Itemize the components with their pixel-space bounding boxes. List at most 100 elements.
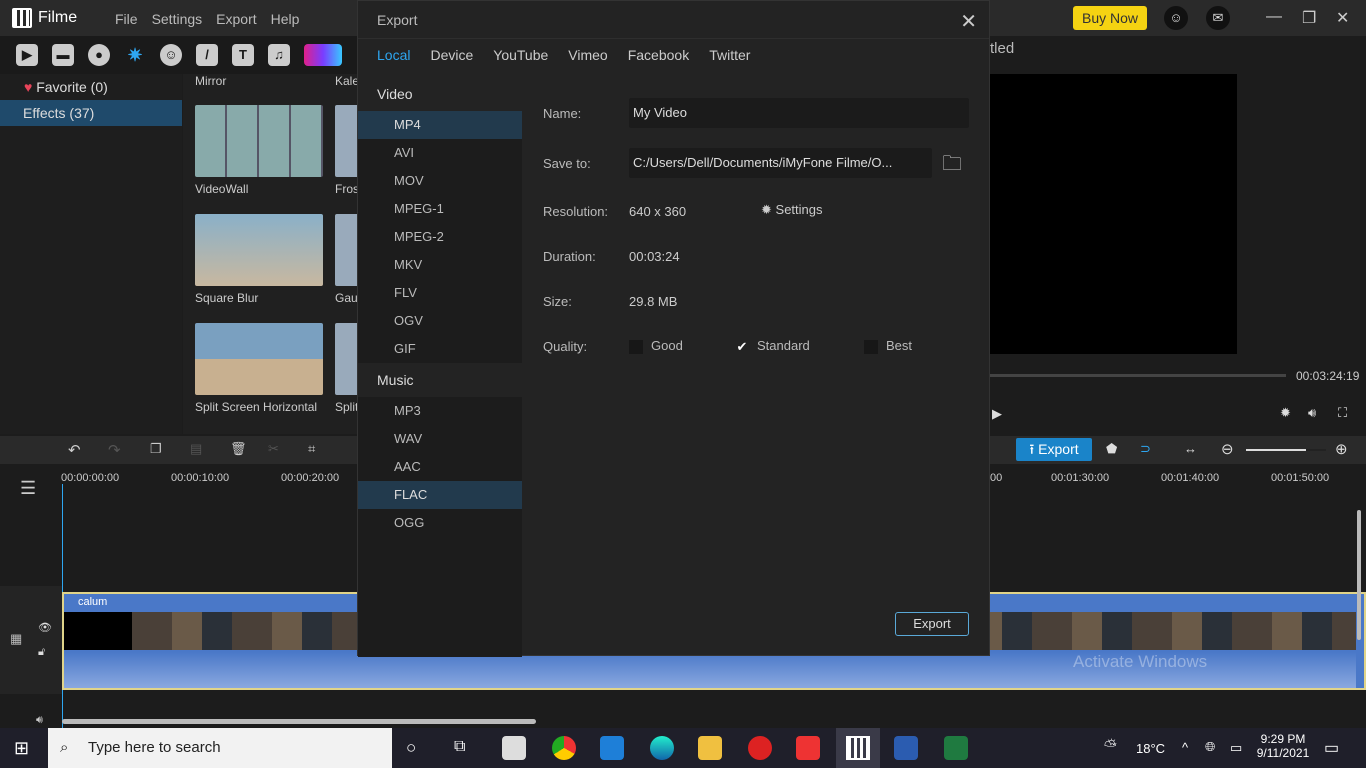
windows-start-icon[interactable]: ⊞ bbox=[14, 738, 29, 759]
crop-icon[interactable]: ⌗ bbox=[308, 441, 315, 457]
format-mov[interactable]: MOV bbox=[358, 167, 522, 195]
wps-icon[interactable] bbox=[748, 736, 772, 760]
eye-icon[interactable]: 👁︎ bbox=[38, 621, 52, 634]
format-mkv[interactable]: MKV bbox=[358, 251, 522, 279]
playback-progress[interactable] bbox=[990, 374, 1286, 377]
format-wav[interactable]: WAV bbox=[358, 425, 522, 453]
menu-icon[interactable]: ☰ bbox=[20, 478, 36, 499]
folder-icon[interactable]: ▬ bbox=[52, 44, 74, 66]
menu-file[interactable]: File bbox=[115, 11, 138, 27]
tab-device[interactable]: Device bbox=[430, 47, 473, 63]
timeline-export-button[interactable]: ⭱ Export bbox=[1016, 438, 1092, 461]
tab-facebook[interactable]: Facebook bbox=[628, 47, 689, 63]
undo-icon[interactable]: ↶ bbox=[68, 441, 81, 459]
checkbox[interactable] bbox=[864, 339, 878, 354]
effect-thumb-videowall[interactable] bbox=[195, 105, 323, 177]
effect-thumb-split-screen[interactable] bbox=[195, 323, 323, 395]
format-mpeg-1[interactable]: MPEG-1 bbox=[358, 195, 522, 223]
task-view-icon[interactable]: ⧉ bbox=[454, 738, 465, 756]
weather-icon[interactable]: ⛅︎ bbox=[1104, 738, 1117, 756]
quality-best[interactable]: Best bbox=[864, 338, 912, 354]
resolution-settings-button[interactable]: ✹ Settings bbox=[761, 202, 823, 218]
taskbar-search[interactable]: ⌕ Type here to search bbox=[48, 728, 392, 768]
media-icon[interactable]: ▶ bbox=[16, 44, 38, 66]
chevron-up-icon[interactable]: ^ bbox=[1182, 740, 1188, 755]
color-icon[interactable] bbox=[304, 44, 342, 66]
checkbox[interactable] bbox=[629, 339, 643, 354]
format-gif[interactable]: GIF bbox=[358, 335, 522, 363]
effect-thumb[interactable] bbox=[335, 214, 357, 286]
format-aac[interactable]: AAC bbox=[358, 453, 522, 481]
zoom-in-icon[interactable]: ⊕ bbox=[1335, 440, 1348, 458]
magnet-icon[interactable]: ⊃ bbox=[1140, 441, 1151, 457]
copy-icon[interactable]: ❐ bbox=[150, 441, 162, 457]
format-flv[interactable]: FLV bbox=[358, 279, 522, 307]
save-to-input[interactable]: C:/Users/Dell/Documents/iMyFone Filme/O.… bbox=[629, 148, 932, 178]
effects-icon[interactable]: ✷ bbox=[124, 44, 146, 66]
delete-icon[interactable]: 🗑︎ bbox=[230, 441, 247, 457]
horizontal-scrollbar[interactable] bbox=[62, 719, 536, 724]
effect-thumb-square-blur[interactable] bbox=[195, 214, 323, 286]
format-ogv[interactable]: OGV bbox=[358, 307, 522, 335]
tab-youtube[interactable]: YouTube bbox=[493, 47, 548, 63]
marker-icon[interactable]: ⬟ bbox=[1106, 441, 1117, 457]
account-icon[interactable]: ☺ bbox=[1164, 6, 1188, 30]
format-avi[interactable]: AVI bbox=[358, 139, 522, 167]
cortana-icon[interactable]: ○ bbox=[406, 738, 416, 758]
vertical-scrollbar[interactable] bbox=[1357, 510, 1361, 640]
tab-vimeo[interactable]: Vimeo bbox=[568, 47, 607, 63]
filme-taskbar-button[interactable] bbox=[836, 728, 880, 768]
sticker-icon[interactable]: ☺ bbox=[160, 44, 182, 66]
quality-good[interactable]: Good bbox=[629, 338, 683, 354]
file-explorer-icon[interactable] bbox=[698, 736, 722, 760]
format-mp4[interactable]: MP4 bbox=[358, 111, 522, 139]
zoom-slider[interactable] bbox=[1246, 449, 1326, 451]
menu-help[interactable]: Help bbox=[271, 11, 300, 27]
fullscreen-icon[interactable]: ⛶ bbox=[1338, 405, 1347, 421]
export-button[interactable]: Export bbox=[895, 612, 969, 636]
buy-now-button[interactable]: Buy Now bbox=[1073, 6, 1147, 30]
minimize-icon[interactable]: — bbox=[1266, 8, 1282, 26]
chrome-icon[interactable] bbox=[552, 736, 576, 760]
zoom-out-icon[interactable]: ⊖ bbox=[1221, 440, 1234, 458]
folder-browse-icon[interactable]: 🗀 bbox=[942, 149, 962, 183]
volume-icon[interactable]: 🔊︎ bbox=[1308, 405, 1316, 421]
filters-icon[interactable]: ● bbox=[88, 44, 110, 66]
battery-icon[interactable]: ▭ bbox=[1230, 740, 1242, 756]
redo-icon[interactable]: ↷ bbox=[108, 441, 121, 459]
format-ogg[interactable]: OGG bbox=[358, 509, 522, 537]
mail-app-icon[interactable] bbox=[600, 736, 624, 760]
text-icon[interactable]: T bbox=[232, 44, 254, 66]
music-icon[interactable]: ♫ bbox=[268, 44, 290, 66]
weather-temp[interactable]: 18°C bbox=[1136, 741, 1165, 756]
quality-standard[interactable]: ✔ Standard bbox=[735, 338, 810, 354]
effect-thumb[interactable] bbox=[335, 323, 357, 395]
edge-icon[interactable] bbox=[650, 736, 674, 760]
notifications-icon[interactable]: ▭ bbox=[1324, 738, 1339, 758]
format-mp3[interactable]: MP3 bbox=[358, 397, 522, 425]
menu-settings[interactable]: Settings bbox=[152, 11, 203, 27]
word-icon[interactable] bbox=[894, 736, 918, 760]
sidebar-item-favorite[interactable]: ♥ Favorite (0) bbox=[0, 74, 182, 100]
audio-icon[interactable]: 🔊︎ bbox=[36, 714, 43, 727]
dialog-close-icon[interactable]: ✕ bbox=[960, 9, 977, 34]
excel-icon[interactable] bbox=[944, 736, 968, 760]
store-icon[interactable] bbox=[502, 736, 526, 760]
network-icon[interactable]: 🌐︎ bbox=[1205, 739, 1215, 755]
app-icon[interactable] bbox=[796, 736, 820, 760]
paste-icon[interactable]: ▤ bbox=[190, 441, 202, 457]
fit-icon[interactable]: ↔ bbox=[1184, 441, 1197, 456]
clock[interactable]: 9:29 PM 9/11/2021 bbox=[1256, 732, 1310, 760]
effect-thumb[interactable] bbox=[335, 105, 357, 177]
sidebar-item-effects[interactable]: Effects (37) bbox=[0, 100, 182, 126]
transition-icon[interactable]: / bbox=[196, 44, 218, 66]
checkmark-icon[interactable]: ✔ bbox=[735, 339, 749, 354]
lock-icon[interactable]: 🔓︎ bbox=[38, 646, 45, 659]
close-icon[interactable]: ✕ bbox=[1336, 8, 1349, 28]
restore-icon[interactable]: ❐ bbox=[1302, 8, 1316, 28]
tab-local[interactable]: Local bbox=[377, 47, 410, 63]
play-icon[interactable]: ▶ bbox=[992, 406, 1002, 422]
format-flac[interactable]: FLAC bbox=[358, 481, 522, 509]
menu-export[interactable]: Export bbox=[216, 11, 256, 27]
tab-twitter[interactable]: Twitter bbox=[709, 47, 750, 63]
